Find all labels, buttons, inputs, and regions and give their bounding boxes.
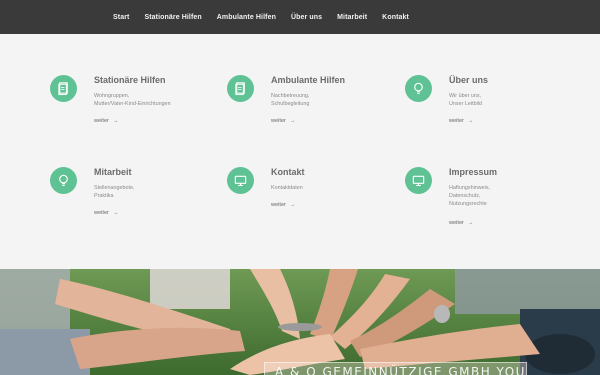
card-title[interactable]: Kontakt bbox=[271, 167, 305, 177]
card-description: Wohngruppen, Mutter/Vater-Kind-Einrichtu… bbox=[94, 92, 214, 108]
more-link-label: weiter bbox=[94, 118, 109, 124]
card-description-line: Haftungshinweis, bbox=[449, 185, 491, 191]
more-link[interactable]: weiter → bbox=[94, 210, 119, 216]
more-link[interactable]: weiter → bbox=[271, 202, 296, 208]
nav-item-ambulante-hilfen[interactable]: Ambulante Hilfen bbox=[217, 14, 276, 21]
main-menu: Start Stationäre Hilfen Ambulante Hilfen… bbox=[113, 0, 424, 34]
arrow-right-icon: → bbox=[289, 202, 296, 208]
arrow-right-icon: → bbox=[112, 210, 119, 216]
lightbulb-icon[interactable] bbox=[405, 75, 432, 102]
nav-item-mitarbeit[interactable]: Mitarbeit bbox=[337, 14, 367, 21]
card-description-line: Mutter/Vater-Kind-Einrichtungen bbox=[94, 101, 171, 107]
arrow-right-icon: → bbox=[467, 118, 474, 124]
card-description-line: Stellenangebote, bbox=[94, 185, 135, 191]
more-link[interactable]: weiter → bbox=[94, 118, 119, 124]
card-description-line: Wir über uns, bbox=[449, 93, 482, 99]
document-icon[interactable] bbox=[50, 75, 77, 102]
hero-photo-hands bbox=[0, 269, 600, 375]
document-icon[interactable] bbox=[227, 75, 254, 102]
arrow-right-icon: → bbox=[467, 220, 474, 226]
monitor-icon[interactable] bbox=[227, 167, 254, 194]
services-section: Stationäre Hilfen Wohngruppen, Mutter/Va… bbox=[0, 34, 600, 269]
card-description: Wir über uns, Unser Leitbild bbox=[449, 92, 569, 108]
more-link-label: weiter bbox=[271, 118, 286, 124]
company-banner: A & O GEMEINNÜTZIGE GMBH YOU bbox=[264, 362, 527, 375]
card-title[interactable]: Stationäre Hilfen bbox=[94, 75, 166, 85]
more-link-label: weiter bbox=[271, 202, 286, 208]
card-description: Stellenangebote, Praktika bbox=[94, 184, 214, 200]
more-link[interactable]: weiter → bbox=[449, 220, 474, 226]
more-link[interactable]: weiter → bbox=[271, 118, 296, 124]
card-description-line: Praktika bbox=[94, 193, 114, 199]
card-description: Nachbetreuung, Schulbegleitung bbox=[271, 92, 391, 108]
nav-item-ueber-uns[interactable]: Über uns bbox=[291, 14, 322, 21]
more-link-label: weiter bbox=[449, 118, 464, 124]
company-banner-text: A & O GEMEINNÜTZIGE GMBH YOU bbox=[275, 365, 526, 375]
arrow-right-icon: → bbox=[289, 118, 296, 124]
card-description: Kontaktdaten bbox=[271, 184, 391, 192]
card-description-line: Nutzungsrechte bbox=[449, 201, 487, 207]
card-title[interactable]: Impressum bbox=[449, 167, 497, 177]
nav-item-kontakt[interactable]: Kontakt bbox=[382, 14, 409, 21]
top-navigation-bar: Start Stationäre Hilfen Ambulante Hilfen… bbox=[0, 0, 600, 34]
nav-item-start[interactable]: Start bbox=[113, 14, 129, 21]
more-link[interactable]: weiter → bbox=[449, 118, 474, 124]
card-description-line: Wohngruppen, bbox=[94, 93, 130, 99]
card-description-line: Schulbegleitung bbox=[271, 101, 310, 107]
card-description-line: Unser Leitbild bbox=[449, 101, 482, 107]
more-link-label: weiter bbox=[449, 220, 464, 226]
nav-item-stationaere-hilfen[interactable]: Stationäre Hilfen bbox=[144, 14, 201, 21]
card-title[interactable]: Ambulante Hilfen bbox=[271, 75, 345, 85]
card-title[interactable]: Mitarbeit bbox=[94, 167, 132, 177]
arrow-right-icon: → bbox=[112, 118, 119, 124]
more-link-label: weiter bbox=[94, 210, 109, 216]
card-description-line: Datenschutz, bbox=[449, 193, 481, 199]
monitor-icon[interactable] bbox=[405, 167, 432, 194]
lightbulb-icon[interactable] bbox=[50, 167, 77, 194]
card-title[interactable]: Über uns bbox=[449, 75, 488, 85]
card-description-line: Nachbetreuung, bbox=[271, 93, 310, 99]
card-description: Haftungshinweis, Datenschutz, Nutzungsre… bbox=[449, 184, 569, 208]
card-description-line: Kontaktdaten bbox=[271, 185, 303, 191]
